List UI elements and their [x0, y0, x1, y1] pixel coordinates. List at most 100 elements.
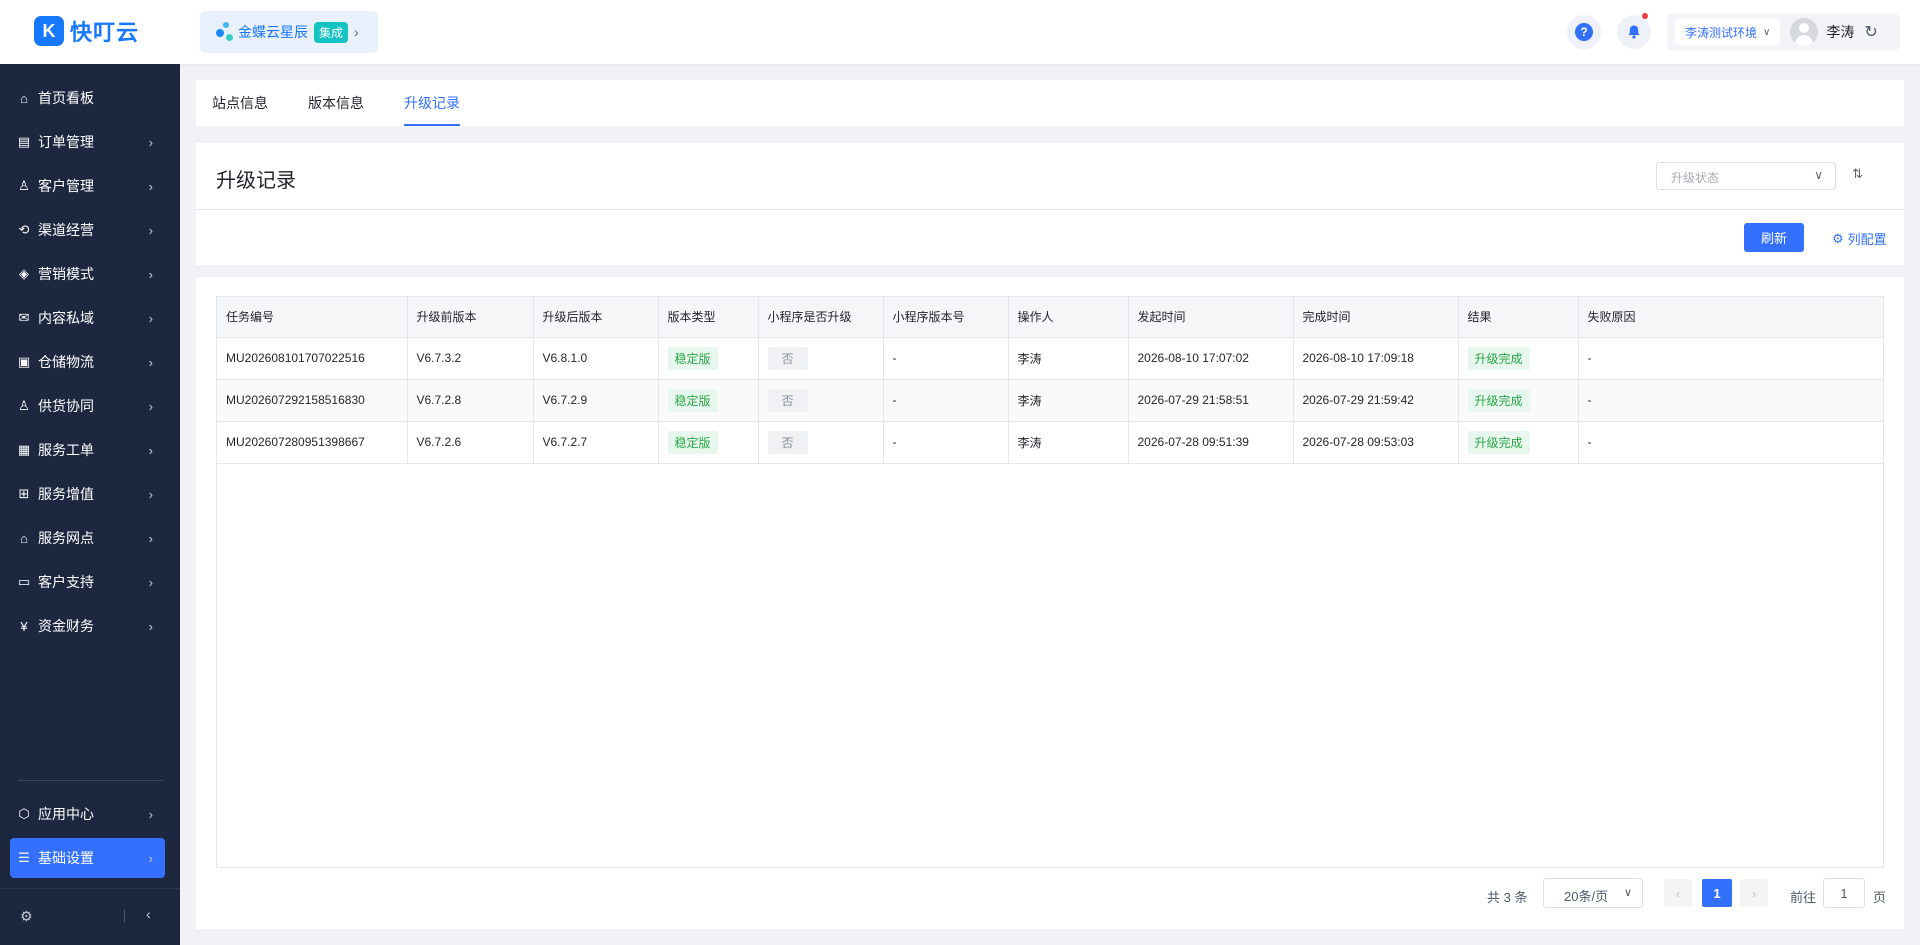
sidebar-item-label: 渠道经营	[38, 222, 94, 238]
sidebar-item-customers[interactable]: ♙ 客户管理 ›	[10, 168, 165, 204]
sidebar-divider	[18, 780, 163, 781]
bell-icon	[1628, 25, 1640, 39]
version-type-tag: 稳定版	[667, 388, 718, 412]
column-config-label: 列配置	[1847, 232, 1887, 247]
sidebar: ⌂ 首页看板 ▤ 订单管理 › ♙ 客户管理 › ⟲ 渠道经营 › ◈ 营销模式…	[0, 64, 180, 945]
notification-button[interactable]	[1617, 13, 1651, 49]
sidebar-item-label: 仓储物流	[38, 354, 94, 370]
environment-select[interactable]: 李涛测试环境 ∨	[1675, 19, 1781, 45]
page-title: 升级记录	[216, 170, 296, 192]
title-panel: 升级记录 升级状态 ∨ ⇅ 刷新 ⚙ 列配置	[196, 143, 1904, 265]
gear-icon[interactable]: ⚙	[20, 908, 33, 925]
task-id-cell: MU202607292158516830	[217, 379, 408, 422]
prev-page-button[interactable]: ‹	[1664, 879, 1692, 907]
sidebar-item-warehouse[interactable]: ▣ 仓储物流 ›	[10, 344, 165, 380]
task-id-cell: MU202608101707022516	[217, 337, 408, 380]
help-button[interactable]: ?	[1567, 15, 1601, 49]
next-page-button[interactable]: ›	[1740, 879, 1768, 907]
refresh-button[interactable]: 刷新	[1744, 223, 1804, 252]
sidebar-item-workorder[interactable]: ▦ 服务工单 ›	[10, 432, 165, 468]
sidebar-item-label: 客户管理	[38, 178, 94, 194]
version-type-cell: 稳定版	[658, 421, 759, 464]
service-point-icon: ⌂	[20, 530, 28, 546]
tab-version-info[interactable]: 版本信息	[308, 80, 364, 126]
page-number-button[interactable]: 1	[1702, 879, 1732, 907]
chevron-right-icon: ›	[148, 806, 153, 822]
question-icon: ?	[1575, 23, 1593, 41]
gear-icon: ⚙	[1832, 230, 1844, 246]
start-time-cell: 2026-07-29 21:58:51	[1128, 379, 1294, 422]
table-row: MU202607292158516830 V6.7.2.8 V6.7.2.9 稳…	[217, 379, 1883, 422]
start-time-cell: 2026-08-10 17:07:02	[1128, 337, 1294, 380]
environment-label: 李涛测试环境	[1685, 25, 1758, 40]
sidebar-item-label: 服务工单	[38, 442, 94, 458]
sort-icon[interactable]: ⇅	[1852, 166, 1863, 182]
result-tag: 升级完成	[1467, 388, 1530, 412]
customer-icon: ♙	[18, 178, 30, 193]
mini-upgrade-cell: 否	[758, 379, 884, 422]
from-version-cell: V6.7.3.2	[407, 337, 534, 380]
avatar[interactable]	[1790, 18, 1819, 46]
product-switcher[interactable]: 金蝶云星辰 集成 ›	[200, 11, 378, 53]
home-icon: ⌂	[20, 90, 28, 106]
result-cell: 升级完成	[1458, 337, 1579, 380]
user-name[interactable]: 李涛	[1826, 22, 1854, 42]
chevron-left-icon: ‹	[1675, 885, 1681, 901]
column-header: 发起时间	[1128, 297, 1294, 338]
sidebar-item-dashboard[interactable]: ⌂ 首页看板	[10, 80, 165, 116]
sidebar-item-supply[interactable]: ♙ 供货协同 ›	[10, 388, 165, 424]
sidebar-item-app-center[interactable]: ⬡ 应用中心 ›	[10, 796, 165, 832]
goto-page-input[interactable]	[1823, 878, 1865, 908]
tab-site-info[interactable]: 站点信息	[212, 80, 268, 126]
app-logo[interactable]: K 快叮云	[34, 16, 139, 46]
chevron-right-icon: ›	[148, 574, 153, 590]
sidebar-item-support[interactable]: ▭ 客户支持 ›	[10, 564, 165, 600]
sidebar-item-label: 订单管理	[38, 134, 94, 150]
sidebar-item-channel[interactable]: ⟲ 渠道经营 ›	[10, 212, 165, 248]
sidebar-item-settings[interactable]: ☰ 基础设置 ›	[10, 838, 165, 878]
logo-icon: K	[34, 16, 64, 46]
sidebar-item-content[interactable]: ✉ 内容私域 ›	[10, 300, 165, 336]
version-type-tag: 稳定版	[667, 430, 718, 454]
operator-cell: 李涛	[1008, 337, 1129, 380]
sidebar-item-service-point[interactable]: ⌂ 服务网点 ›	[10, 520, 165, 556]
chevron-right-icon: ›	[148, 486, 153, 502]
sidebar-item-label: 供货协同	[38, 398, 94, 414]
divider	[196, 209, 1904, 210]
sidebar-item-finance[interactable]: ¥ 资金财务 ›	[10, 608, 165, 644]
reload-icon[interactable]: ↻	[1864, 22, 1877, 42]
page-size-select[interactable]: 20条/页 ∨	[1543, 878, 1643, 908]
from-version-cell: V6.7.2.6	[407, 421, 534, 464]
sidebar-item-orders[interactable]: ▤ 订单管理 ›	[10, 124, 165, 160]
page-unit-label: 页	[1873, 890, 1887, 905]
top-header: K 快叮云 金蝶云星辰 集成 › ? 李涛测试环境 ∨ 李涛 ↻	[0, 0, 1920, 64]
sidebar-item-label: 营销模式	[38, 266, 94, 282]
fail-reason-cell: -	[1578, 421, 1883, 464]
from-version-cell: V6.7.2.8	[407, 379, 534, 422]
collapse-sidebar-icon[interactable]: ‹	[146, 906, 151, 922]
mini-upgrade-cell: 否	[758, 337, 884, 380]
tab-upgrade-records[interactable]: 升级记录	[404, 80, 460, 126]
chevron-down-icon: ∨	[1623, 887, 1632, 899]
sidebar-item-value-added[interactable]: ⊞ 服务增值 ›	[10, 476, 165, 512]
column-header: 小程序版本号	[883, 297, 1009, 338]
column-config-button[interactable]: ⚙ 列配置	[1832, 229, 1887, 248]
column-header: 完成时间	[1293, 297, 1459, 338]
mini-upgrade-tag: 否	[767, 346, 808, 370]
upgrade-records-table: 任务编号 升级前版本 升级后版本 版本类型 小程序是否升级 小程序版本号 操作人…	[216, 296, 1884, 868]
mini-upgrade-tag: 否	[767, 388, 808, 412]
table-row: MU202607280951398667 V6.7.2.6 V6.7.2.7 稳…	[217, 421, 1883, 464]
sidebar-item-marketing[interactable]: ◈ 营销模式 ›	[10, 256, 165, 292]
to-version-cell: V6.7.2.7	[533, 421, 659, 464]
app-center-icon: ⬡	[18, 806, 30, 821]
sidebar-item-label: 应用中心	[38, 806, 94, 822]
settings-icon: ☰	[18, 850, 30, 865]
sidebar-item-label: 客户支持	[38, 574, 94, 590]
result-tag: 升级完成	[1467, 430, 1530, 454]
notification-dot	[1642, 13, 1648, 19]
chevron-right-icon: ›	[354, 24, 359, 40]
chevron-right-icon: ›	[148, 222, 153, 238]
column-header: 升级前版本	[407, 297, 534, 338]
operator-cell: 李涛	[1008, 421, 1129, 464]
upgrade-status-select[interactable]: 升级状态 ∨	[1656, 162, 1836, 190]
